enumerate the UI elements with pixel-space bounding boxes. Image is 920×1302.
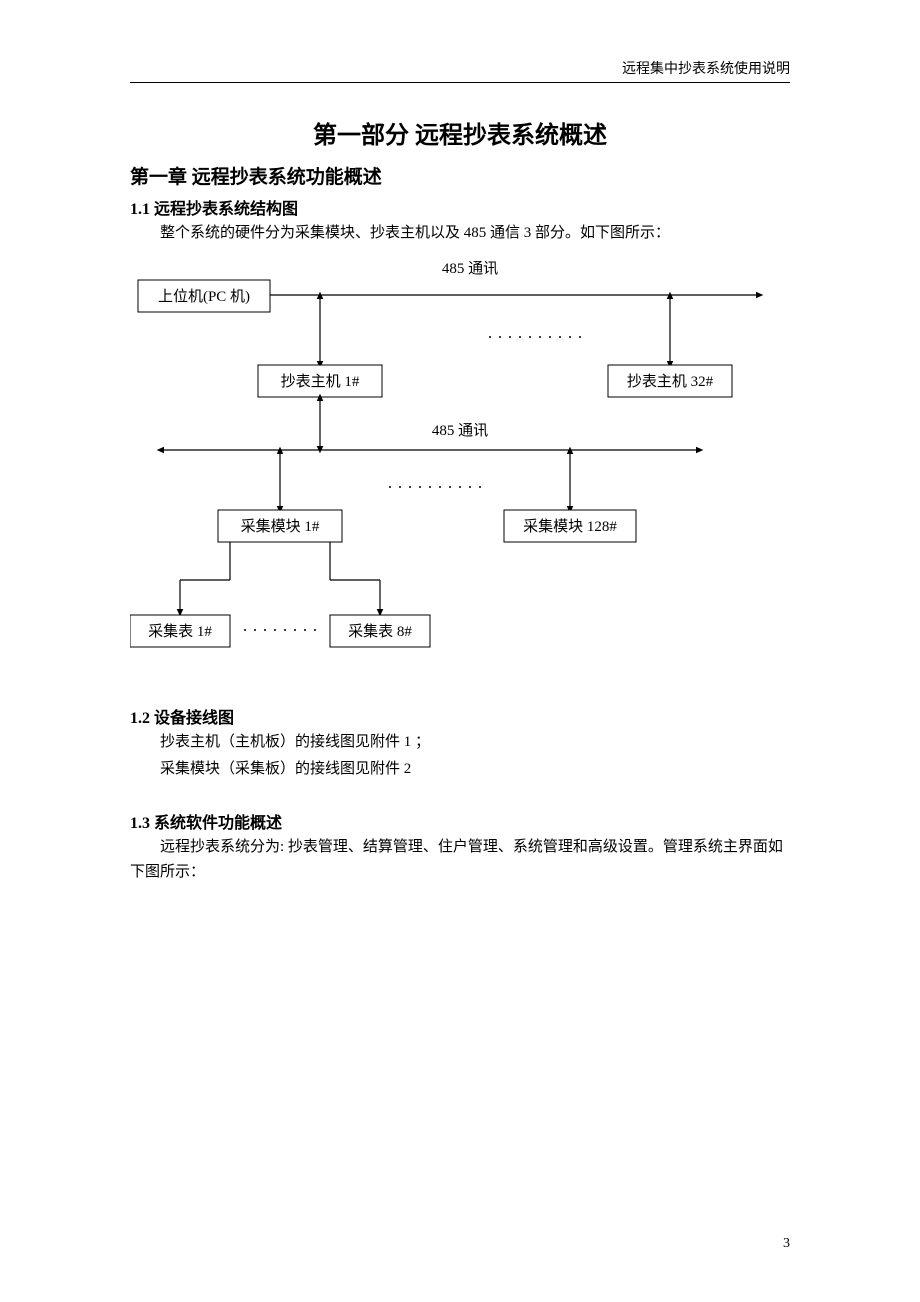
diagram-box-mod1: 采集模块 1# — [241, 518, 320, 535]
section-1-3-title: 1.3 系统软件功能概述 — [130, 809, 790, 833]
page-number: 3 — [783, 1236, 790, 1252]
diagram-box-pc: 上位机(PC 机) — [158, 288, 250, 305]
diagram-box-mod128: 采集模块 128# — [523, 518, 617, 535]
section-1-3-paragraph: 远程抄表系统分为: 抄表管理、结算管理、住户管理、系统管理和高级设置。管理系统主… — [130, 835, 790, 886]
diagram-dots-meters — [244, 629, 316, 631]
section-1-1-paragraph: 整个系统的硬件分为采集模块、抄表主机以及 485 通信 3 部分。如下图所示： — [130, 221, 790, 247]
structure-diagram: 485 通讯 上位机(PC 机) — [130, 255, 790, 680]
page-header: 远程集中抄表系统使用说明 — [622, 58, 790, 78]
section-1-2-line2: 采集模块（采集板）的接线图见附件 2 — [130, 757, 790, 783]
diagram-label-485-top: 485 通讯 — [442, 260, 498, 277]
header-divider — [130, 82, 790, 83]
part-title: 第一部分 远程抄表系统概述 — [130, 115, 790, 150]
diagram-dots-hosts — [489, 336, 581, 338]
diagram-box-host32: 抄表主机 32# — [627, 373, 714, 390]
diagram-box-meter1: 采集表 1# — [148, 623, 212, 640]
diagram-box-host1: 抄表主机 1# — [281, 373, 360, 390]
section-1-2-line1: 抄表主机（主机板）的接线图见附件 1 ； — [130, 730, 790, 756]
diagram-box-meter8: 采集表 8# — [348, 623, 412, 640]
diagram-label-485-mid: 485 通讯 — [432, 422, 488, 439]
chapter-title: 第一章 远程抄表系统功能概述 — [130, 162, 790, 189]
section-1-2-title: 1.2 设备接线图 — [130, 704, 790, 728]
section-1-1-title: 1.1 远程抄表系统结构图 — [130, 195, 790, 219]
diagram-dots-modules — [389, 486, 481, 488]
